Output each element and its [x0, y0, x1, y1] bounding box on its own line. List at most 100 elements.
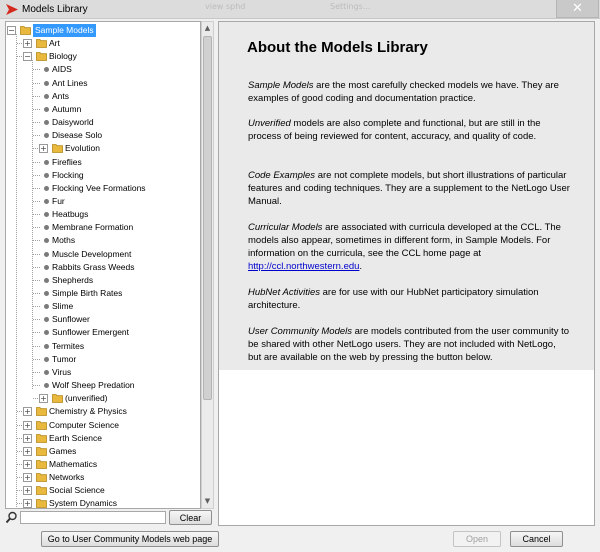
tree-model-row[interactable]: Wolf Sheep Predation	[6, 379, 200, 392]
folder-icon	[52, 143, 63, 154]
scrollbar-thumb[interactable]	[203, 36, 212, 400]
tree-folder-row[interactable]: + Art	[6, 37, 200, 50]
open-button[interactable]: Open	[453, 531, 501, 547]
tree-item-label: (unverified)	[65, 393, 108, 404]
tree-item-label: Chemistry & Physics	[49, 406, 127, 417]
expand-icon[interactable]: +	[39, 394, 48, 404]
tree-model-row[interactable]: Fireflies	[6, 156, 200, 169]
tree-scrollbar[interactable]: ▲ ▼	[201, 21, 214, 509]
tree-guide-line	[33, 358, 40, 360]
expand-icon[interactable]: +	[23, 39, 32, 49]
tree-model-row[interactable]: Disease Solo	[6, 129, 200, 142]
expand-icon[interactable]: +	[23, 407, 32, 417]
tree-model-row[interactable]: Ants	[6, 90, 200, 103]
tree-guide-line	[33, 279, 40, 281]
model-icon	[44, 317, 49, 323]
tree-guide-line	[33, 266, 40, 268]
close-button[interactable]: ✕	[556, 0, 599, 18]
close-icon: ✕	[572, 1, 583, 16]
tree-folder-row[interactable]: + (unverified)	[6, 392, 200, 405]
model-icon	[44, 330, 49, 336]
search-input[interactable]	[20, 511, 166, 524]
tree-model-row[interactable]: Ant Lines	[6, 77, 200, 90]
folder-icon	[36, 472, 47, 482]
tree-item-label: Games	[49, 445, 77, 456]
tree-model-row[interactable]: Rabbits Grass Weeds	[6, 261, 200, 274]
models-tree[interactable]: − Sample Models + Art − Biology AIDS Ant Lines A…	[5, 21, 201, 509]
tree-folder-row[interactable]: + Evolution	[6, 142, 200, 155]
tree-folder-row[interactable]: + Social Science	[6, 484, 200, 497]
tree-folder-row[interactable]: + Computer Science	[6, 419, 200, 432]
expand-icon[interactable]: +	[23, 433, 32, 443]
tree-model-row[interactable]: Flocking Vee Formations	[6, 182, 200, 195]
tree-folder-row[interactable]: + Chemistry & Physics	[6, 405, 200, 418]
tree-model-row[interactable]: Autumn	[6, 103, 200, 116]
tree-item-label: Daisyworld	[52, 117, 94, 128]
expand-icon[interactable]: +	[23, 473, 32, 483]
tree-item-label: Flocking	[52, 169, 84, 180]
user-community-button[interactable]: Go to User Community Models web page	[41, 531, 219, 547]
expand-icon[interactable]: +	[23, 446, 32, 456]
tree-item-label: Wolf Sheep Predation	[52, 380, 135, 391]
tree-item-label: Rabbits Grass Weeds	[52, 261, 135, 272]
tree-item-label: Sample Models	[33, 24, 96, 37]
tree-guide-line	[33, 240, 40, 242]
model-icon	[44, 304, 49, 310]
tree-model-row[interactable]: Moths	[6, 234, 200, 247]
model-icon	[44, 159, 49, 165]
search-icon	[5, 511, 17, 524]
netlogo-logo-icon	[6, 4, 18, 15]
tree-item-label: Virus	[52, 366, 72, 377]
folder-icon	[36, 485, 47, 496]
scroll-down-icon[interactable]: ▼	[202, 495, 213, 508]
scroll-up-icon[interactable]: ▲	[202, 22, 213, 35]
model-icon	[44, 106, 49, 112]
model-icon	[44, 291, 49, 296]
tree-model-row[interactable]: Shepherds	[6, 274, 200, 287]
tree-model-row[interactable]: Termites	[6, 340, 200, 353]
tree-model-row[interactable]: Virus	[6, 366, 200, 379]
info-content[interactable]: About the Models Library Sample Models a…	[219, 22, 594, 370]
tree-item-label: Membrane Formation	[52, 222, 134, 233]
tree-model-row[interactable]: Flocking	[6, 169, 200, 182]
tree-model-row[interactable]: AIDS	[6, 63, 200, 76]
tree-model-row[interactable]: Sunflower	[6, 313, 200, 326]
clear-button[interactable]: Clear	[169, 510, 212, 525]
model-icon	[44, 67, 49, 73]
tree-model-row[interactable]: Muscle Development	[6, 248, 200, 261]
tree-folder-row[interactable]: + Games	[6, 445, 200, 458]
tree-guide-line	[33, 200, 40, 202]
tree-model-row[interactable]: Fur	[6, 195, 200, 208]
tree-item-label: Muscle Development	[52, 248, 132, 259]
expand-icon[interactable]: +	[23, 486, 32, 496]
tree-item-label: Art	[49, 38, 60, 49]
tree-folder-row[interactable]: + Networks	[6, 471, 200, 484]
tree-model-row[interactable]: Slime	[6, 300, 200, 313]
tree-guide-line	[33, 293, 40, 294]
collapse-icon[interactable]: −	[23, 52, 32, 62]
tree-model-row[interactable]: Tumor	[6, 353, 200, 366]
expand-icon[interactable]: +	[23, 459, 32, 469]
expand-icon[interactable]: +	[39, 144, 48, 154]
cancel-button[interactable]: Cancel	[510, 531, 563, 547]
tree-model-row[interactable]: Sunflower Emergent	[6, 326, 200, 339]
tree-folder-row[interactable]: + Mathematics	[6, 458, 200, 471]
model-icon	[44, 133, 49, 139]
tree-folder-row[interactable]: − Sample Models	[6, 24, 200, 37]
expand-icon[interactable]: +	[23, 420, 32, 430]
tree-model-row[interactable]: Simple Birth Rates	[6, 287, 200, 300]
tree-model-row[interactable]: Membrane Formation	[6, 221, 200, 234]
tree-folder-row[interactable]: + Earth Science	[6, 432, 200, 445]
expand-icon[interactable]: +	[23, 499, 32, 508]
ccl-link[interactable]: http://ccl.northwestern.edu	[248, 261, 359, 272]
tree-model-row[interactable]: Heatbugs	[6, 208, 200, 221]
folder-icon	[20, 25, 31, 35]
tree-model-row[interactable]: Daisyworld	[6, 116, 200, 129]
tree-folder-row[interactable]: − Biology	[6, 50, 200, 63]
model-icon	[44, 80, 49, 86]
tree-folder-row[interactable]: + System Dynamics	[6, 497, 200, 508]
collapse-icon[interactable]: −	[7, 26, 16, 35]
model-icon	[44, 212, 49, 218]
tree-item-label: Heatbugs	[52, 209, 89, 220]
info-paragraph: Sample Models are the most carefully che…	[248, 80, 559, 104]
